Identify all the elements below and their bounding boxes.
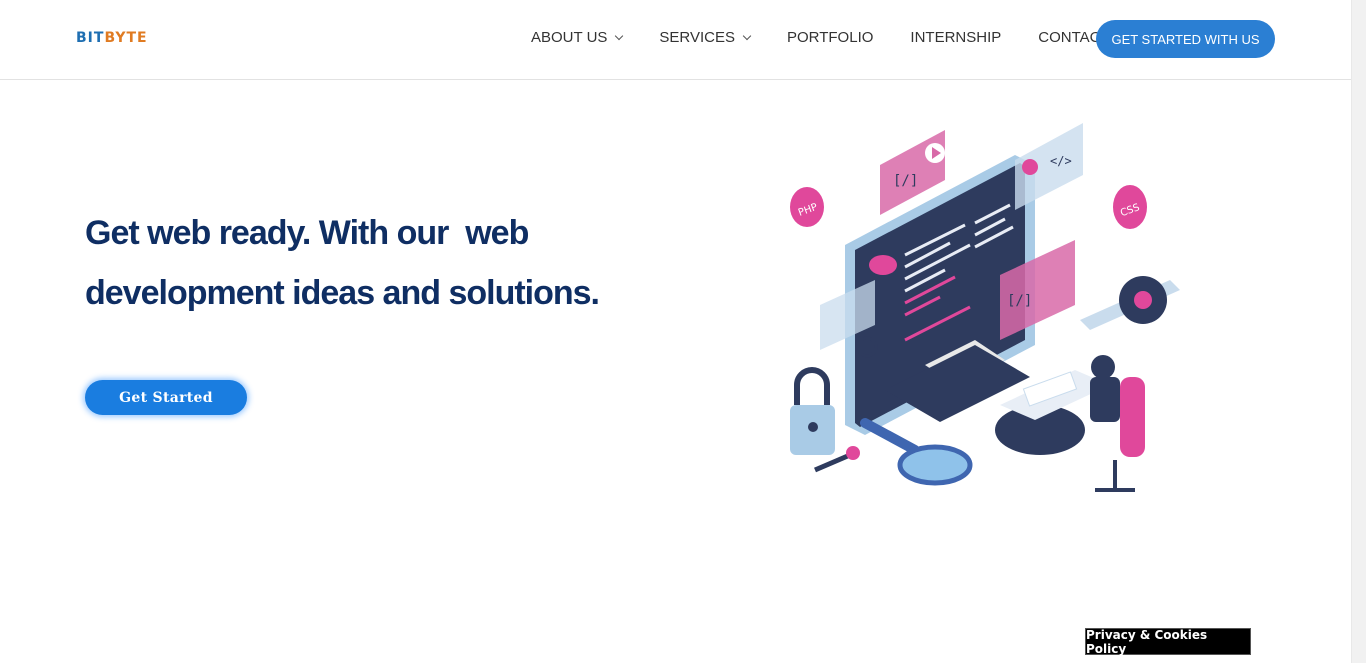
keyhole [808, 422, 818, 432]
code-tag-right: </> [1050, 154, 1072, 168]
page-scrollbar[interactable] [1351, 0, 1366, 663]
logo-part-byte: BYTE [104, 30, 148, 46]
bracket-tag-mid: [/] [1007, 293, 1032, 309]
nav-internship-label: INTERNSHIP [910, 29, 1002, 46]
nav-portfolio[interactable]: PORTFOLIO [787, 29, 873, 46]
get-started-with-us-button[interactable]: GET STARTED WITH US [1096, 20, 1275, 58]
key-head [846, 446, 860, 460]
person-head [1091, 355, 1115, 379]
hero-headline: Get web ready. With our web development … [85, 203, 645, 323]
chevron-down-icon [615, 31, 624, 40]
nav-services-label: SERVICES [659, 29, 735, 46]
get-started-button[interactable]: Get Started [85, 380, 247, 415]
main-nav: ABOUT US SERVICES PORTFOLIO INTERNSHIP C… [531, 29, 1126, 46]
logo-part-bit: BIT [76, 30, 105, 46]
magnifier-handle [860, 418, 920, 455]
person-body [1090, 377, 1120, 422]
gear-icon [1022, 159, 1038, 175]
gear-hub [1134, 291, 1152, 309]
office-chair [1120, 377, 1145, 457]
bracket-tag-top: [/] [893, 173, 918, 189]
site-header: BITBYTE ABOUT US SERVICES PORTFOLIO INTE… [0, 0, 1351, 80]
hero-headline-line2: development ideas and solutions. [85, 274, 600, 312]
bitbyte-logo[interactable]: BITBYTE [76, 30, 148, 46]
hero-headline-line1: Get web ready. With our web [85, 214, 529, 252]
key-icon [814, 452, 851, 473]
nav-about-us-label: ABOUT US [531, 29, 608, 46]
nav-services[interactable]: SERVICES [659, 29, 752, 46]
web-development-illustration: [/] </> [/] PHP CSS [790, 123, 1180, 492]
padlock-shackle [794, 367, 830, 405]
cloud-icon [869, 255, 897, 275]
privacy-cookies-policy-button[interactable]: Privacy & Cookies Policy [1085, 628, 1251, 656]
nav-about-us[interactable]: ABOUT US [531, 29, 624, 46]
magnifier-lens [897, 444, 973, 486]
nav-internship[interactable]: INTERNSHIP [910, 29, 1001, 46]
chevron-down-icon [742, 31, 752, 40]
nav-portfolio-label: PORTFOLIO [787, 29, 874, 46]
